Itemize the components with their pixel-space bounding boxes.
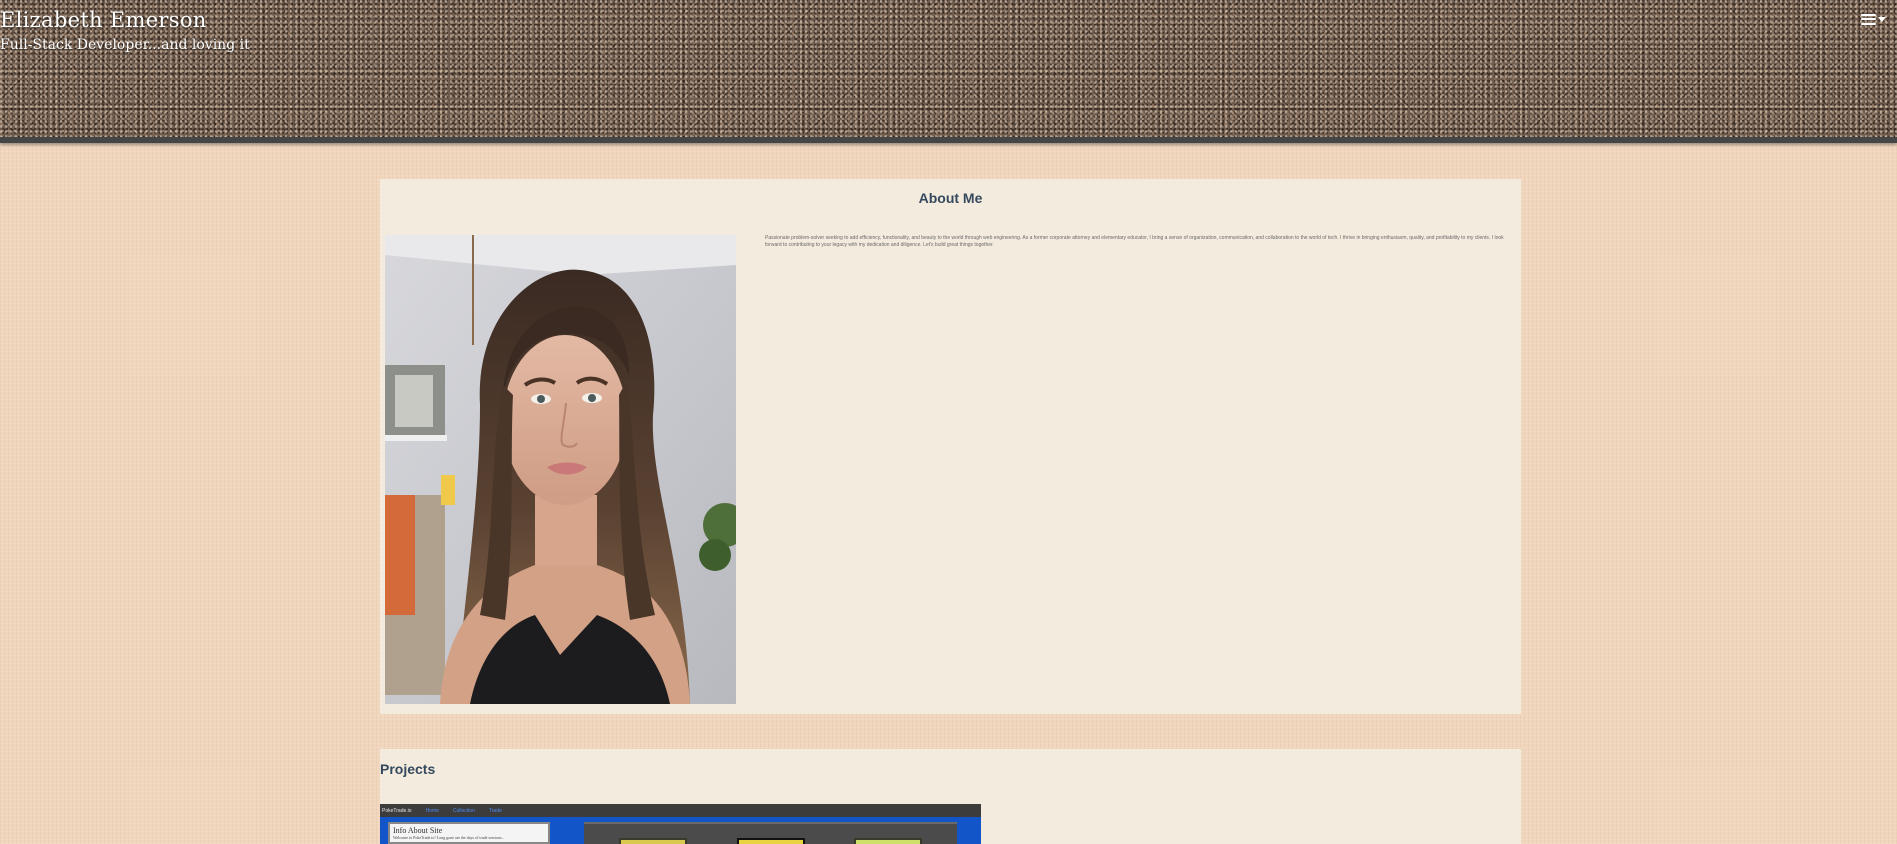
menu-bars [1861,13,1876,25]
site-tagline: Full-Stack Developer...and loving it [0,37,250,53]
thumbnail-brand: PokeTrade.io [382,807,412,814]
about-bio: Passionate problem-solver seeking to add… [765,235,1504,248]
site-title: Elizabeth Emerson [0,8,207,32]
hamburger-menu-icon[interactable] [1861,10,1887,28]
profile-photo [385,235,736,704]
thumbnail-card-board [584,822,957,844]
projects-section: Projects PokeTrade.io Home Collection Tr… [380,749,1521,844]
thumbnail-card [854,838,922,844]
thumbnail-info-text: Welcome to PokeTrade.io! Long gone are t… [393,835,505,840]
projects-heading: Projects [380,761,436,777]
about-section: About Me Passionate problem-solver seeki… [380,179,1521,714]
thumbnail-nav-link: Trade [488,807,502,814]
thumbnail-nav-link: Collection [452,807,475,814]
about-heading: About Me [918,190,983,206]
thumbnail-nav-link: Home [425,807,439,814]
thumbnail-card [737,838,805,844]
chevron-down-icon [1878,16,1886,22]
project-thumbnail[interactable]: PokeTrade.io Home Collection Trade Info … [380,804,981,844]
thumbnail-navbar: PokeTrade.io Home Collection Trade [380,804,981,817]
site-header: Elizabeth Emerson Full-Stack Developer..… [0,0,1897,143]
thumbnail-info-title: Info About Site [393,826,443,835]
thumbnail-info-box: Info About Site Welcome to PokeTrade.io!… [388,822,550,844]
thumbnail-card [619,838,687,844]
